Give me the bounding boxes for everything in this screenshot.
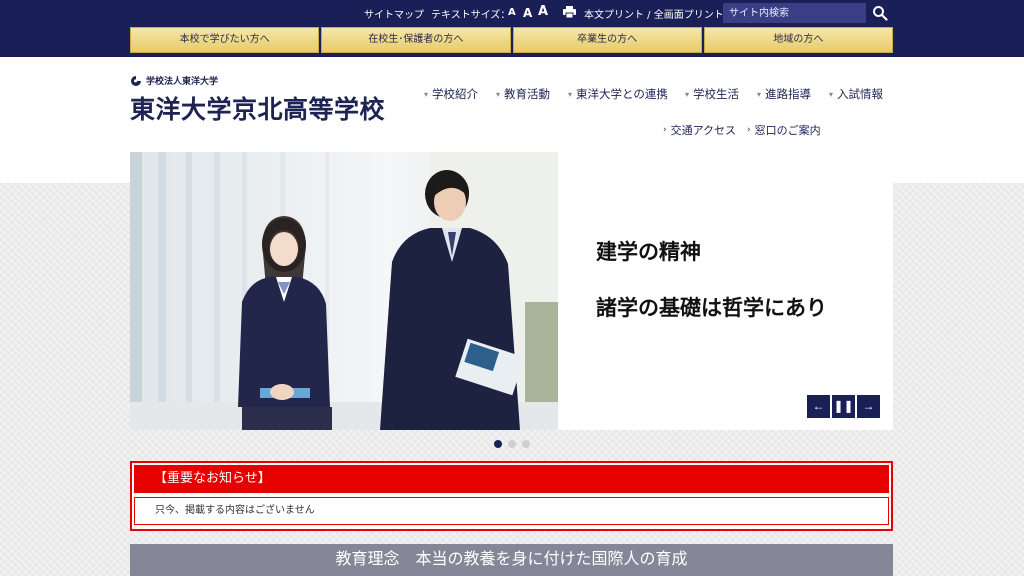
audience-nav: 本校で学びたい方へ 在校生･保護者の方へ 卒業生の方へ 地域の方へ [130, 27, 893, 53]
chevron-down-icon: ▾ [829, 89, 834, 99]
chevron-down-icon: ▾ [424, 89, 429, 99]
school-emblem-icon [131, 75, 141, 86]
nav-item-school-life[interactable]: ▾ 学校生活 [685, 86, 739, 102]
audience-alumni-button[interactable]: 卒業生の方へ [512, 27, 702, 53]
chevron-down-icon: ▾ [568, 89, 573, 99]
arrow-left-icon: ← [812, 399, 825, 413]
subnav-access-link[interactable]: › 交通アクセス [663, 122, 736, 138]
nav-label: 進路指導 [765, 87, 812, 101]
printer-icon[interactable] [563, 6, 576, 18]
pause-icon: ❚❚ [833, 399, 854, 413]
search-icon [873, 6, 888, 21]
sitemap-link[interactable]: サイトマップ [364, 6, 424, 21]
nav-item-career[interactable]: ▾ 進路指導 [757, 86, 811, 102]
chevron-down-icon: ▾ [496, 89, 501, 99]
slider-dot-2[interactable] [508, 440, 516, 448]
subnav-contact-link[interactable]: › 窓口のご案内 [747, 122, 821, 138]
nav-label: 学校紹介 [432, 87, 479, 101]
top-bar: サイトマップ テキストサイズ： A A A 本文プリント / 全画面プリント 本… [0, 0, 1024, 57]
nav-item-admissions[interactable]: ▾ 入試情報 [829, 86, 883, 102]
nav-item-about[interactable]: ▾ 学校紹介 [424, 86, 478, 102]
font-size-large-button[interactable]: A [538, 4, 548, 19]
notice-heading: 【重要なお知らせ】 [134, 465, 889, 493]
nav-item-education[interactable]: ▾ 教育活動 [496, 86, 550, 102]
arrow-right-icon: → [862, 399, 875, 413]
chevron-down-icon: ▾ [757, 89, 762, 99]
hero-slider: 建学の精神 諸学の基礎は哲学にあり ← ❚❚ → [130, 152, 893, 430]
students-photo [130, 152, 558, 430]
chevron-down-icon: ▾ [685, 89, 690, 99]
education-philosophy-banner: 教育理念 本当の教養を身に付けた国際人の育成 [130, 544, 893, 576]
notice-body: 只今、掲載する内容はございません [134, 497, 889, 525]
subnav-label: 窓口のご案内 [754, 124, 821, 137]
audience-prospective-button[interactable]: 本校で学びたい方へ [130, 27, 320, 53]
motto-text: 諸学の基礎は哲学にあり [596, 296, 827, 320]
audience-students-button[interactable]: 在校生･保護者の方へ [321, 27, 511, 53]
global-nav: ▾ 学校紹介 ▾ 教育活動 ▾ 東洋大学との連携 ▾ 学校生活 ▾ 進路指導 ▾ 入試情報 [420, 86, 890, 104]
font-size-small-button[interactable]: A [508, 7, 516, 18]
nav-label: 入試情報 [837, 87, 884, 101]
search-button[interactable] [868, 2, 892, 24]
text-size-label: テキストサイズ： [431, 10, 511, 21]
nav-label: 教育活動 [504, 87, 551, 101]
slider-pause-button[interactable]: ❚❚ [832, 395, 855, 418]
font-size-medium-button[interactable]: A [523, 6, 532, 20]
slider-dot-1[interactable] [494, 440, 502, 448]
slider-prev-button[interactable]: ← [807, 395, 830, 418]
audience-community-button[interactable]: 地域の方へ [703, 27, 893, 53]
important-notice: 【重要なお知らせ】 只今、掲載する内容はございません [130, 461, 893, 531]
slider-pagination [494, 440, 536, 448]
corporation-label: 学校法人東洋大学 [130, 74, 218, 87]
print-link[interactable]: 本文プリント / 全画面プリント [584, 6, 724, 21]
motto-title: 建学の精神 [596, 240, 701, 264]
school-name-logo[interactable]: 東洋大学京北高等学校 [130, 90, 385, 126]
nav-item-toyo-partnership[interactable]: ▾ 東洋大学との連携 [568, 86, 668, 102]
subnav-label: 交通アクセス [670, 124, 737, 137]
utility-bar: サイトマップ テキストサイズ： A A A 本文プリント / 全画面プリント [0, 0, 1024, 26]
nav-label: 学校生活 [693, 87, 740, 101]
slider-dot-3[interactable] [522, 440, 530, 448]
site-search-input[interactable] [723, 3, 866, 23]
chevron-right-icon: › [663, 125, 667, 135]
corporation-name: 学校法人東洋大学 [146, 77, 219, 87]
slider-next-button[interactable]: → [857, 395, 880, 418]
nav-label: 東洋大学との連携 [576, 87, 668, 101]
chevron-right-icon: › [747, 125, 751, 135]
